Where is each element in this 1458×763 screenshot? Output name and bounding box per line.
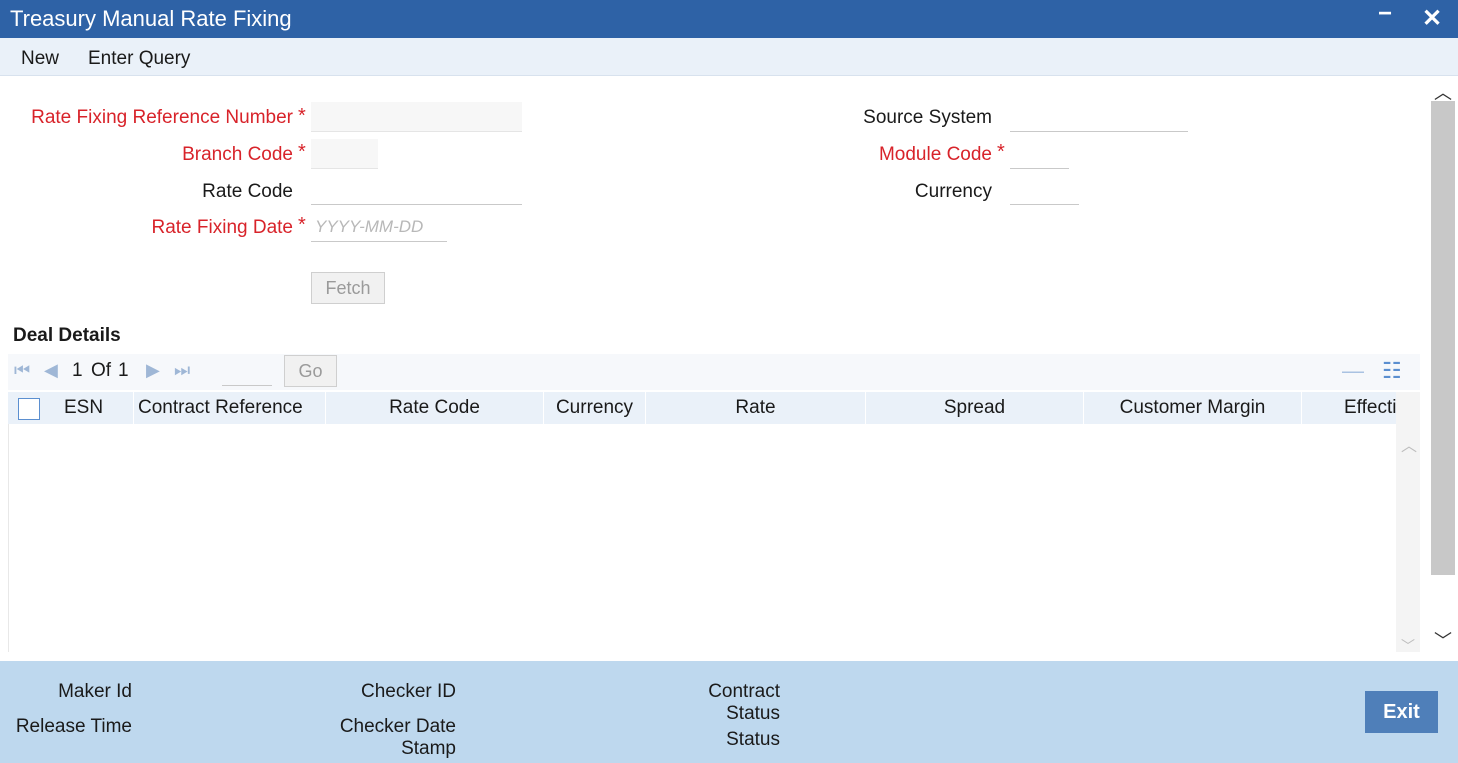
column-header-esn[interactable]: ESN [52,392,134,424]
checker-id-label: Checker ID [360,681,456,702]
required-marker: * [298,141,306,163]
column-header-effective[interactable]: Effecti [1302,392,1396,424]
fetch-button[interactable]: Fetch [311,272,385,304]
source-system-label: Source System [863,107,992,128]
maker-id-label: Maker Id [58,681,132,702]
checker-date-stamp-label: Checker Date [339,716,456,737]
rate-fixing-reference-number-input[interactable] [311,102,522,132]
page-of-label: Of [91,360,112,381]
currency-label: Currency [914,181,992,202]
menu-bar: New Enter Query [0,38,1458,76]
menu-enter-query[interactable]: Enter Query [88,48,190,70]
exit-button[interactable]: Exit [1365,691,1438,733]
module-code-input[interactable] [1010,139,1069,169]
first-page-icon[interactable]: ⏮ [14,360,30,381]
scrollbar-thumb[interactable] [1431,101,1455,575]
checker-date-stamp-label-line2: Stamp [401,738,456,759]
grid-scroll-down-icon[interactable]: ﹀ [1401,636,1415,656]
branch-code-label: Branch Code [182,144,293,165]
column-header-rate[interactable]: Rate [646,392,866,424]
contract-status-label-line2: Status [726,703,780,724]
list-view-icon[interactable]: ☷ [1382,358,1402,384]
source-system-input[interactable] [1010,102,1188,132]
release-time-label: Release Time [15,716,132,737]
audit-footer: Maker Id Release Time Checker ID Checker… [0,661,1458,763]
required-marker: * [298,105,306,127]
deal-details-grid-header: ESN Contract Reference Rate Code Currenc… [8,392,1420,424]
required-marker: * [997,141,1005,163]
minimize-icon[interactable]: − [1378,0,1392,28]
scroll-down-icon[interactable]: ﹀ [1434,627,1452,653]
deal-details-pager: ⏮ ◀ 1 Of 1 ▶ ⏭ Go — ☷ [8,354,1420,390]
go-button[interactable]: Go [284,355,337,387]
next-page-icon[interactable]: ▶ [146,360,160,381]
select-all-checkbox[interactable] [18,398,40,420]
rate-fixing-date-label: Rate Fixing Date [151,217,293,238]
column-header-customer-margin[interactable]: Customer Margin [1084,392,1302,424]
main-content: Rate Fixing Reference Number * Branch Co… [0,77,1428,661]
close-icon[interactable]: ✕ [1422,4,1442,33]
page-total: 1 [118,360,129,381]
column-header-contract-reference[interactable]: Contract Reference [134,392,326,424]
rate-code-label: Rate Code [202,181,293,202]
prev-page-icon[interactable]: ◀ [44,360,58,381]
last-page-icon[interactable]: ⏭ [174,360,190,381]
deal-details-title: Deal Details [13,325,121,346]
rate-code-input[interactable] [311,175,522,205]
deal-details-grid-body [8,424,1396,652]
page-current: 1 [72,360,83,381]
window-title: Treasury Manual Rate Fixing [10,6,292,31]
menu-new[interactable]: New [21,48,59,70]
grid-scrollbar[interactable]: ︿ ﹀ [1396,392,1420,654]
status-label: Status [726,729,780,750]
module-code-label: Module Code [878,144,992,165]
column-header-currency[interactable]: Currency [544,392,646,424]
window-titlebar: Treasury Manual Rate Fixing − ✕ [0,0,1458,38]
branch-code-input[interactable] [311,139,378,169]
minus-icon[interactable]: — [1342,358,1364,384]
rate-fixing-reference-number-label: Rate Fixing Reference Number [31,107,293,128]
column-header-spread[interactable]: Spread [866,392,1084,424]
contract-status-label: Contract [708,681,780,702]
rate-fixing-date-input[interactable] [311,212,447,242]
grid-scroll-up-icon[interactable]: ︿ [1401,432,1417,456]
column-header-rate-code[interactable]: Rate Code [326,392,544,424]
currency-input[interactable] [1010,175,1079,205]
page-scrollbar[interactable]: ︿ ﹀ [1428,77,1458,661]
required-marker: * [298,214,306,236]
page-number-input[interactable] [222,358,272,386]
